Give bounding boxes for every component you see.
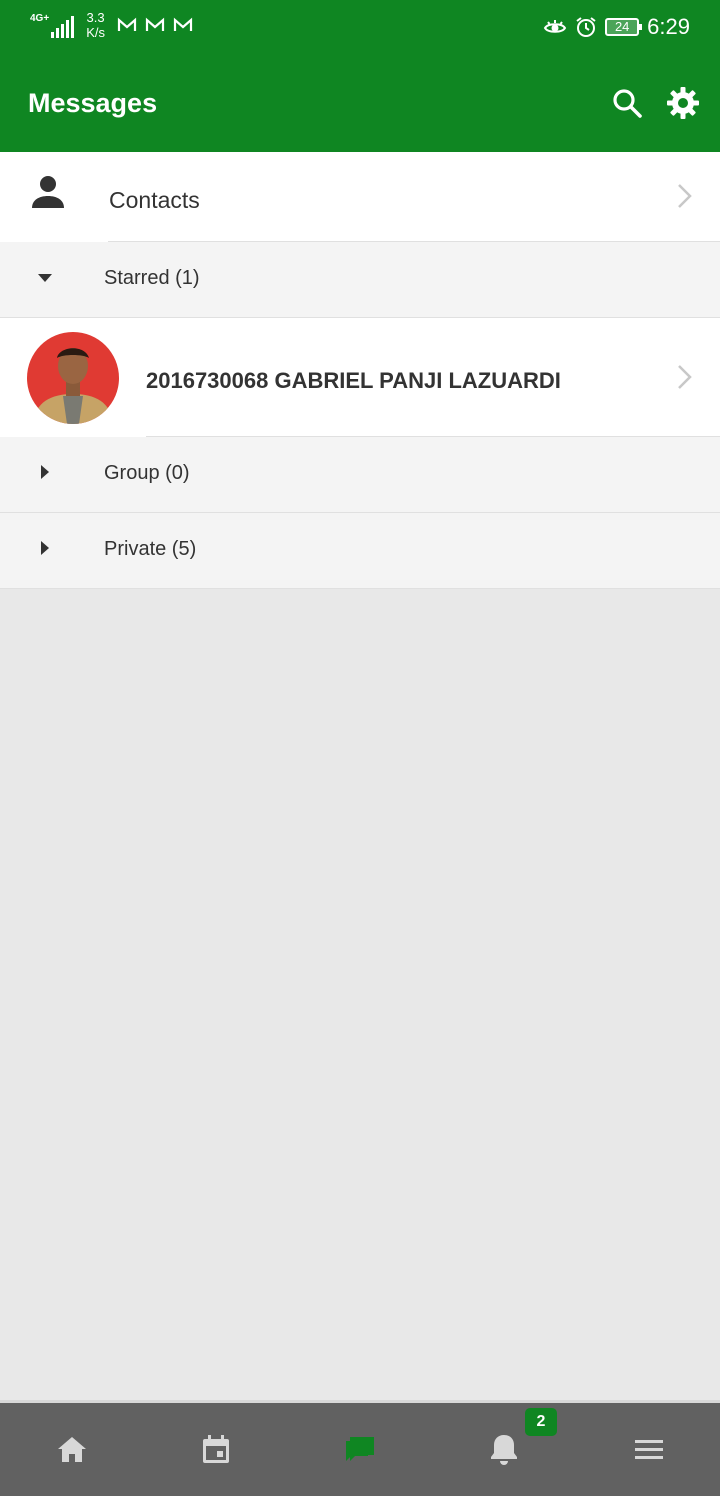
contacts-label: Contacts xyxy=(109,187,200,213)
contact-name: 2016730068 GABRIEL PANJI LAZUARDI xyxy=(146,368,561,393)
clock: 6:29 xyxy=(647,14,690,39)
network-speed: 3.3 K/s xyxy=(86,10,105,40)
nav-home[interactable] xyxy=(54,1431,90,1467)
section-group[interactable]: Group (0) xyxy=(0,437,720,513)
home-icon xyxy=(58,1437,86,1462)
settings-gear-icon[interactable] xyxy=(666,86,700,120)
chevron-right-icon xyxy=(678,184,692,208)
section-group-label: Group (0) xyxy=(104,462,190,484)
section-starred[interactable]: Starred (1) xyxy=(0,242,720,318)
contact-row[interactable]: 2016730068 GABRIEL PANJI LAZUARDI xyxy=(0,318,720,437)
nav-messages[interactable] xyxy=(342,1431,378,1467)
nav-menu[interactable] xyxy=(631,1431,667,1467)
section-private-label: Private (5) xyxy=(104,538,197,560)
contacts-row[interactable]: Contacts xyxy=(0,152,720,242)
page-title: Messages xyxy=(28,88,158,118)
avatar xyxy=(27,332,119,424)
nav-notifications[interactable] xyxy=(486,1431,522,1467)
search-icon[interactable] xyxy=(610,86,644,120)
notification-badge: 2 xyxy=(525,1408,557,1436)
signal-icon xyxy=(51,12,75,38)
bottom-navigation: 2 xyxy=(0,1400,720,1496)
calendar-icon xyxy=(203,1435,229,1463)
gmail-icon xyxy=(145,17,165,31)
section-starred-label: Starred (1) xyxy=(104,267,200,289)
status-left: 4G+ 3.3 K/s xyxy=(30,10,193,40)
gmail-icon xyxy=(173,17,193,31)
alarm-icon xyxy=(576,17,596,37)
network-type: 4G+ xyxy=(30,13,50,24)
person-icon xyxy=(32,176,64,208)
speed-value: 3.3 xyxy=(86,10,105,25)
app-bar: Messages xyxy=(0,58,720,152)
battery-indicator: 24 xyxy=(605,18,643,36)
caret-right-icon xyxy=(41,465,49,479)
status-right: 24 6:29 xyxy=(543,14,690,40)
menu-icon xyxy=(635,1440,663,1459)
nav-calendar[interactable] xyxy=(198,1431,234,1467)
notifications-icon xyxy=(491,1435,517,1465)
chevron-right-icon xyxy=(678,365,692,389)
speed-unit: K/s xyxy=(86,25,105,40)
status-bar: 4G+ 3.3 K/s 24 6:29 xyxy=(0,0,720,58)
messages-icon xyxy=(346,1437,374,1461)
section-private[interactable]: Private (5) xyxy=(0,513,720,589)
caret-right-icon xyxy=(41,541,49,555)
notification-icons xyxy=(117,17,193,33)
caret-down-icon xyxy=(38,274,52,282)
app-bar-actions xyxy=(610,86,700,120)
gmail-icon xyxy=(117,17,137,31)
eye-comfort-icon xyxy=(544,20,567,33)
